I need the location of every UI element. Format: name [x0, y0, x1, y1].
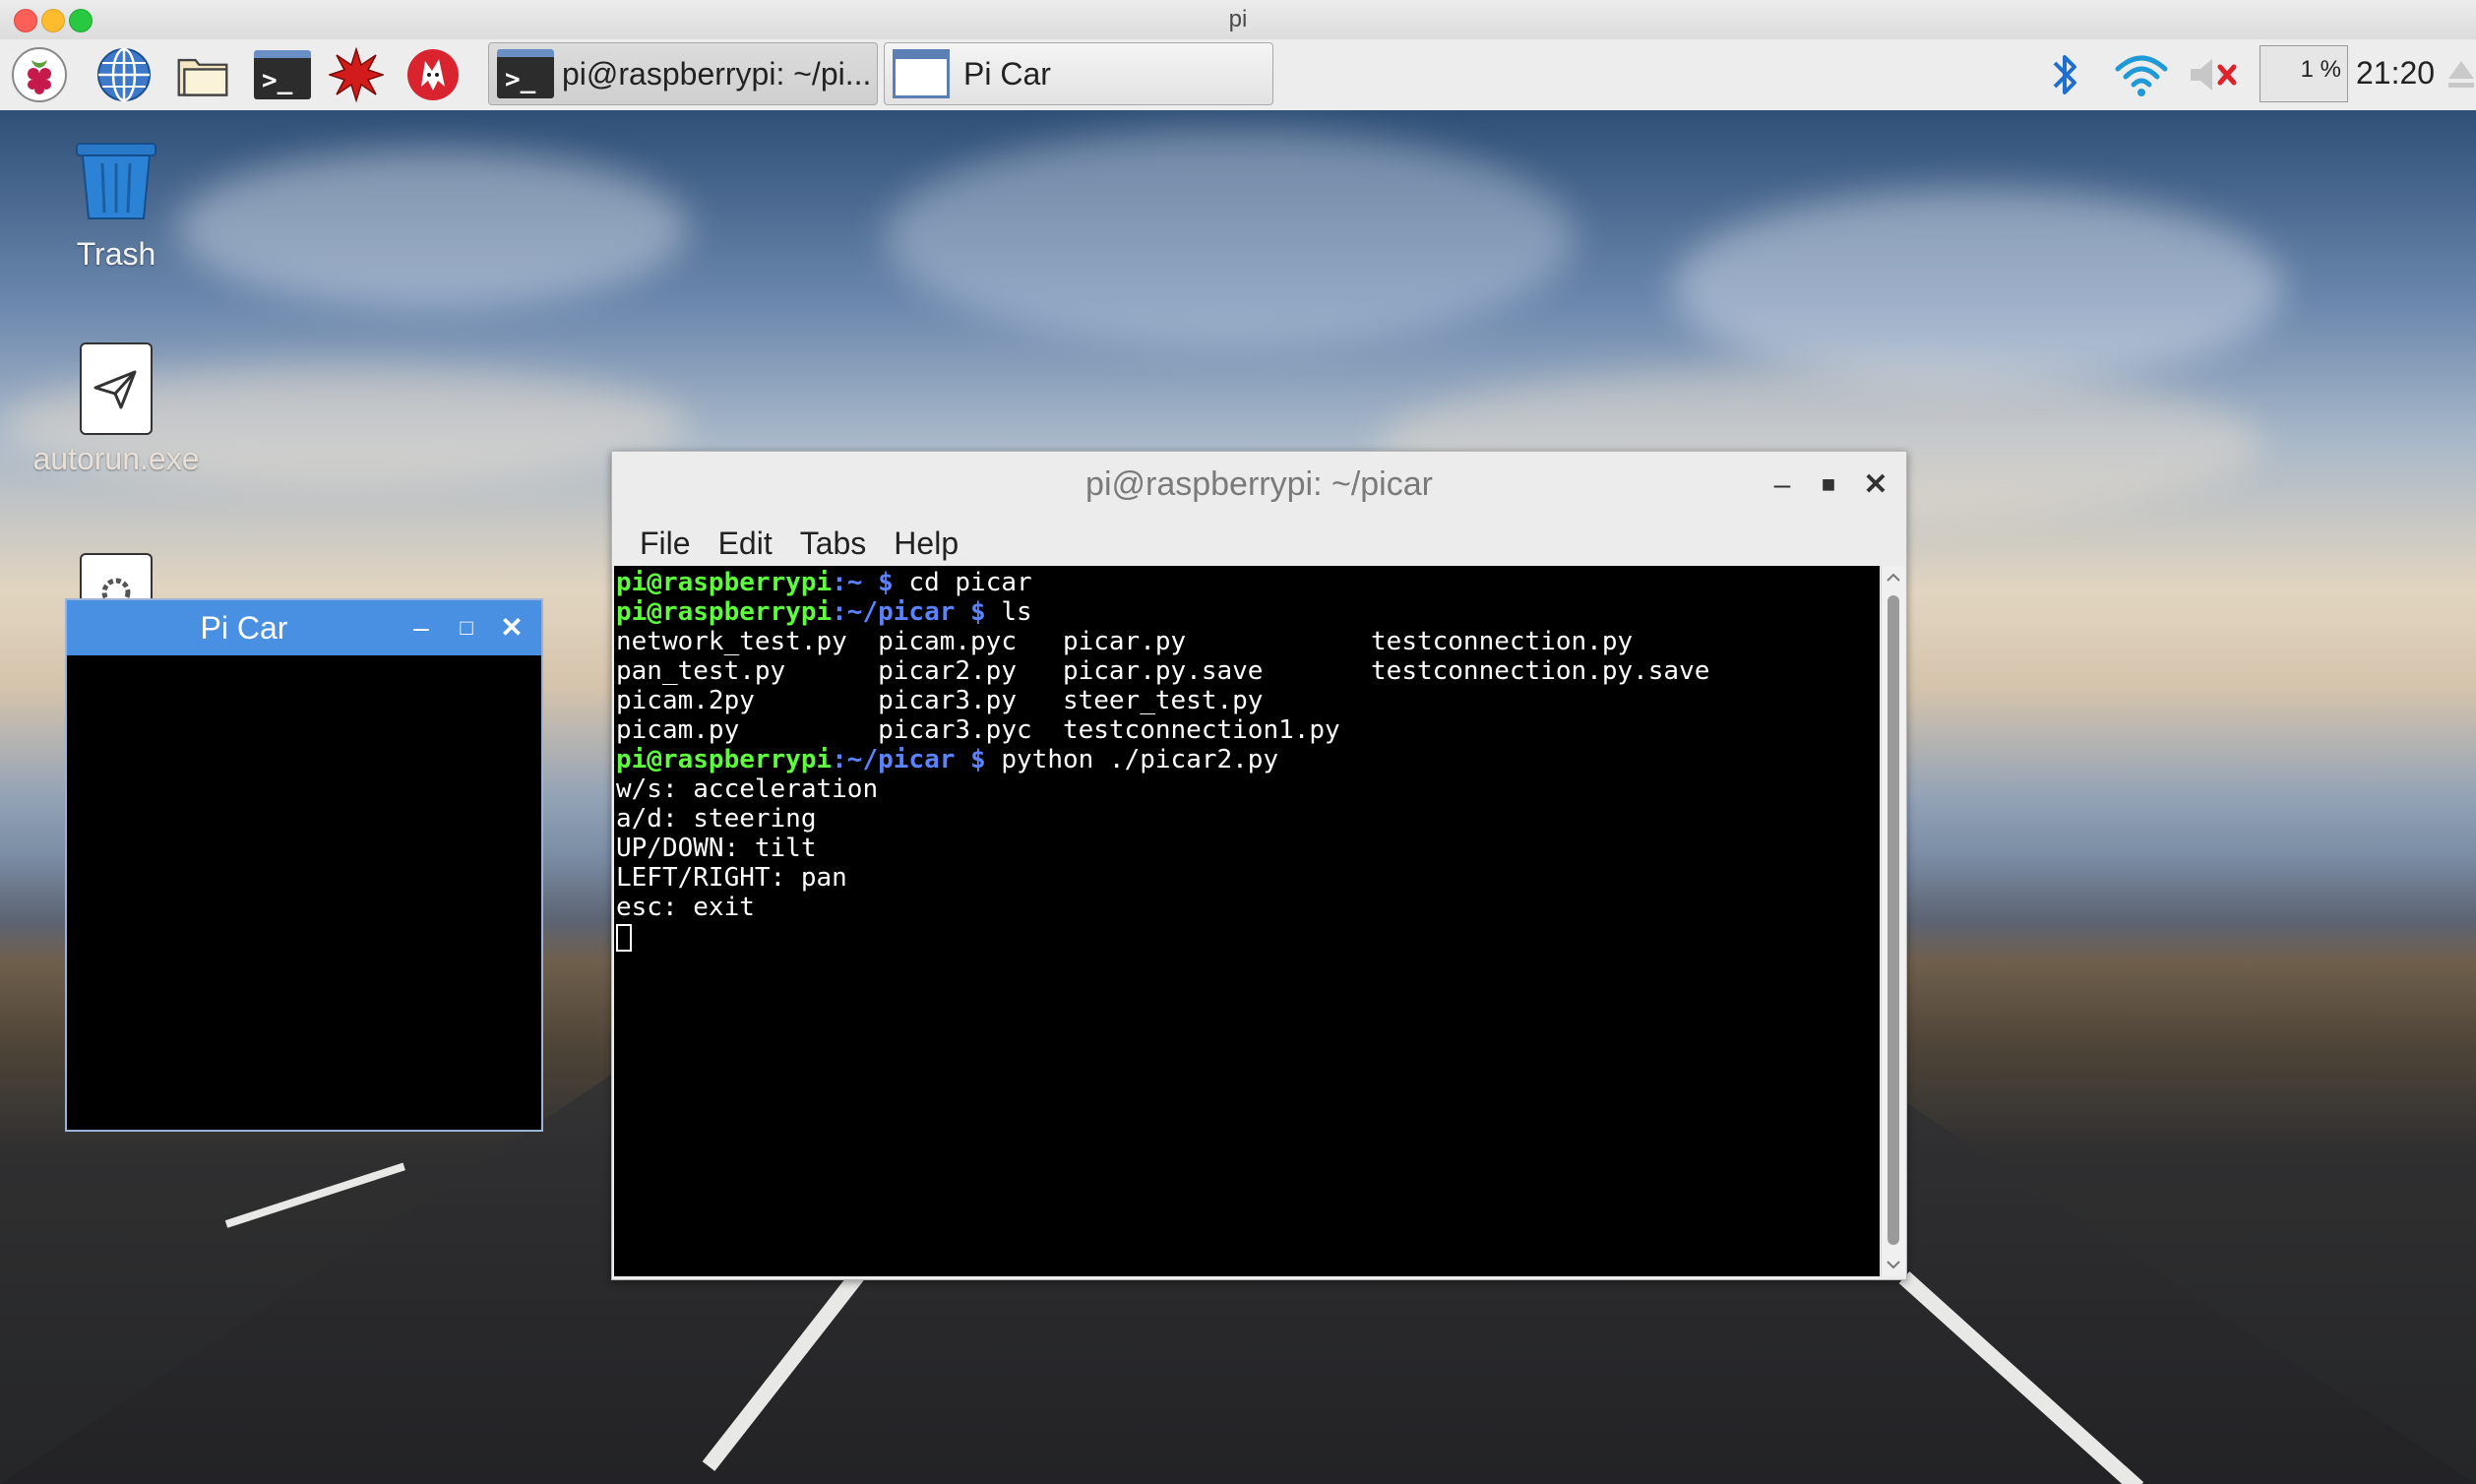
terminal-output-line: a/d: steering	[616, 804, 817, 834]
terminal-output: pi@raspberrypi:~ $ cd picar pi@raspberryp…	[614, 566, 1880, 952]
taskbar-task-terminal[interactable]: >_ pi@raspberrypi: ~/pi...	[488, 42, 878, 105]
terminal-title: pi@raspberrypi: ~/picar	[1085, 465, 1433, 503]
mac-window-titlebar: pi	[0, 0, 2476, 40]
terminal-cursor	[616, 923, 632, 952]
close-icon[interactable]: ✕	[492, 600, 531, 655]
terminal-output-line: network_test.py picam.pyc picar.py testc…	[616, 627, 1634, 656]
taskbar: >_ >_ pi@raspberrypi: ~/pi... Pi Car 1 %…	[0, 39, 2476, 111]
eject-icon[interactable]	[2446, 47, 2476, 102]
picar-window-title: Pi Car	[200, 610, 288, 646]
terminal-titlebar[interactable]: pi@raspberrypi: ~/picar – ■ ✕	[612, 452, 1906, 519]
prompt-user: pi@raspberrypi	[616, 568, 833, 597]
prompt-user: pi@raspberrypi	[616, 745, 833, 774]
clock[interactable]: 21:20	[2356, 55, 2435, 92]
maximize-icon[interactable]: □	[447, 600, 486, 655]
desktop-icon-autorun[interactable]: autorun.exe	[18, 342, 215, 477]
terminal-output-line: esc: exit	[616, 893, 755, 922]
prompt-command: python ./picar2.py	[985, 745, 1279, 774]
web-browser-icon[interactable]	[96, 47, 152, 102]
prompt-user: pi@raspberrypi	[616, 597, 833, 627]
terminal-output-line: picam.2py picar3.py steer_test.py	[616, 686, 1264, 715]
taskbar-task-label: Pi Car	[963, 55, 1051, 92]
desktop-icon-label: autorun.exe	[32, 441, 200, 476]
terminal-icon: >_	[497, 49, 554, 98]
prompt-command: cd picar	[893, 568, 1032, 597]
terminal-scrollbar[interactable]	[1881, 566, 1905, 1276]
window-icon	[893, 49, 950, 98]
menu-file[interactable]: File	[626, 519, 705, 568]
taskbar-task-picar[interactable]: Pi Car	[884, 42, 1273, 105]
wifi-icon[interactable]	[2112, 47, 2171, 102]
menu-edit[interactable]: Edit	[705, 519, 786, 568]
terminal-window[interactable]: pi@raspberrypi: ~/picar – ■ ✕ File Edit …	[611, 451, 1907, 1280]
scroll-up-icon[interactable]	[1882, 566, 1905, 589]
terminal-output-line: UP/DOWN: tilt	[616, 834, 817, 863]
prompt-path: :~/picar $	[832, 745, 986, 774]
desktop-icon-settings-file[interactable]	[18, 553, 215, 604]
terminal-screen[interactable]: pi@raspberrypi:~ $ cd picar pi@raspberryp…	[614, 566, 1880, 1276]
desktop-icon-trash[interactable]: Trash	[18, 138, 215, 273]
minimize-icon[interactable]: –	[402, 600, 441, 655]
settings-file-icon	[80, 553, 153, 604]
prompt-command: ls	[985, 597, 1032, 627]
cpu-usage-monitor[interactable]: 1 %	[2259, 45, 2348, 102]
terminal-cursor-line	[616, 922, 1880, 952]
terminal-prompt-line: pi@raspberrypi:~/picar $ ls	[616, 597, 1880, 627]
menu-help[interactable]: Help	[880, 519, 972, 568]
taskbar-task-label: pi@raspberrypi: ~/pi...	[562, 55, 872, 92]
bluetooth-icon[interactable]	[2037, 47, 2092, 102]
terminal-output-line: pan_test.py picar2.py picar.py.save test…	[616, 656, 1710, 686]
terminal-output-line: LEFT/RIGHT: pan	[616, 863, 847, 893]
terminal-output-line: picam.py picar3.pyc testconnection1.py	[616, 715, 1340, 745]
terminal-prompt-line: pi@raspberrypi:~/picar $ python ./picar2…	[616, 745, 1880, 774]
road-marking	[224, 1162, 405, 1228]
terminal-prompt-line: pi@raspberrypi:~ $ cd picar	[616, 568, 1880, 597]
maximize-icon[interactable]: ■	[1807, 464, 1850, 507]
file-manager-icon[interactable]	[175, 47, 230, 102]
mathematica-icon[interactable]	[329, 47, 384, 102]
minimize-icon[interactable]: –	[1761, 464, 1804, 507]
scrollbar-thumb[interactable]	[1888, 595, 1899, 1245]
prompt-path: :~ $	[832, 568, 894, 597]
terminal-output-line: w/s: acceleration	[616, 774, 879, 804]
trash-icon	[76, 143, 156, 219]
terminal-menubar: File Edit Tabs Help	[612, 519, 1906, 568]
volume-muted-icon[interactable]	[2187, 47, 2246, 102]
desktop-icon-label: Trash	[76, 236, 156, 272]
menu-tabs[interactable]: Tabs	[786, 519, 881, 568]
scroll-down-icon[interactable]	[1882, 1253, 1905, 1276]
terminal-icon[interactable]: >_	[252, 47, 313, 102]
raspberry-menu-icon[interactable]	[12, 47, 67, 102]
close-icon[interactable]: ✕	[1854, 464, 1897, 507]
picar-window[interactable]: Pi Car – □ ✕	[65, 598, 543, 1132]
prompt-path: :~/picar $	[832, 597, 986, 627]
paper-plane-file-icon	[80, 342, 153, 435]
wolfram-icon[interactable]	[405, 47, 461, 102]
mac-window-title: pi	[1228, 6, 1248, 32]
picar-window-titlebar[interactable]: Pi Car – □ ✕	[67, 600, 541, 655]
